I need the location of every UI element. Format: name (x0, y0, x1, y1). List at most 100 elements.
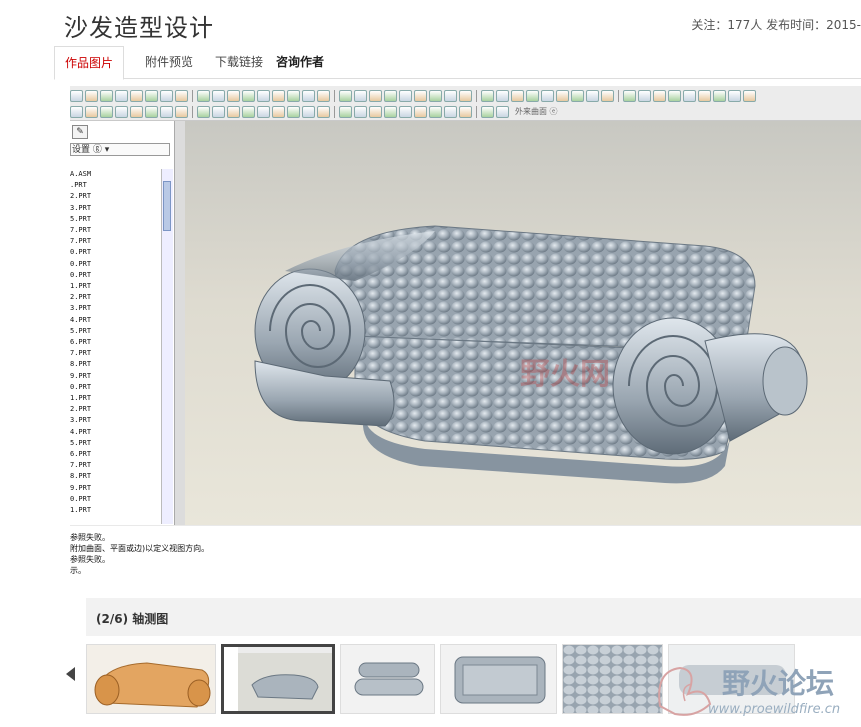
toolbar-tool-icon[interactable] (175, 89, 188, 102)
toolbar-tool-icon[interactable] (145, 89, 158, 102)
toolbar-tool-icon[interactable] (70, 105, 83, 118)
toolbar-tool-icon[interactable] (623, 89, 636, 102)
tree-item[interactable]: 9.PRT (70, 483, 160, 494)
tab-attachment-preview[interactable]: 附件预览 (145, 46, 193, 78)
toolbar-tool-icon[interactable] (728, 89, 741, 102)
tree-scrollbar[interactable] (161, 169, 173, 524)
tree-item[interactable]: 7.PRT (70, 460, 160, 471)
toolbar-tool-icon[interactable] (287, 89, 300, 102)
toolbar-tool-icon[interactable] (526, 89, 539, 102)
toolbar-tool-icon[interactable] (160, 89, 173, 102)
toolbar-tool-icon[interactable] (399, 105, 412, 118)
toolbar-tool-icon[interactable] (481, 105, 494, 118)
toolbar-tool-icon[interactable] (317, 105, 330, 118)
toolbar-tool-icon[interactable] (339, 105, 352, 118)
thumbnail-1[interactable] (86, 644, 216, 714)
tab-download-links[interactable]: 下载链接 (215, 46, 263, 78)
tree-item[interactable]: 5.PRT (70, 214, 160, 225)
toolbar-tool-icon[interactable] (242, 89, 255, 102)
toolbar-tool-icon[interactable] (668, 89, 681, 102)
tree-item[interactable]: 6.PRT (70, 337, 160, 348)
toolbar-tool-icon[interactable] (444, 89, 457, 102)
tree-item[interactable]: 4.PRT (70, 427, 160, 438)
toolbar-tool-icon[interactable] (698, 89, 711, 102)
3d-viewport[interactable]: 野火网 (185, 121, 861, 525)
toolbar-tool-icon[interactable] (70, 89, 83, 102)
toolbar-tool-icon[interactable] (743, 89, 756, 102)
toolbar-tool-icon[interactable] (459, 89, 472, 102)
toolbar-tool-icon[interactable] (339, 89, 352, 102)
toolbar-tool-icon[interactable] (541, 89, 554, 102)
toolbar-tool-icon[interactable] (85, 105, 98, 118)
toolbar-tool-icon[interactable] (571, 89, 584, 102)
thumbnail-3[interactable] (340, 644, 435, 714)
toolbar-tool-icon[interactable] (130, 89, 143, 102)
toolbar-tool-icon[interactable] (145, 105, 158, 118)
tree-item[interactable]: 0.PRT (70, 494, 160, 505)
toolbar-tool-icon[interactable] (212, 89, 225, 102)
tab-consult-author[interactable]: 咨询作者 (276, 46, 324, 78)
toolbar-tool-icon[interactable] (227, 89, 240, 102)
tree-item[interactable]: 0.PRT (70, 247, 160, 258)
toolbar-tool-icon[interactable] (444, 105, 457, 118)
tree-item[interactable]: 4.PRT (70, 315, 160, 326)
main-screenshot[interactable]: 外来曲面 ⓔ ✎ 设置 ⓖ ▾ A.ASM .PRT 2.PRT 3.PRT 5.PRT… (70, 86, 861, 586)
toolbar-tool-icon[interactable] (384, 89, 397, 102)
toolbar-tool-icon[interactable] (257, 89, 270, 102)
tree-item[interactable]: A.ASM (70, 169, 160, 180)
tree-item[interactable]: 1.PRT (70, 281, 160, 292)
tree-item[interactable]: 8.PRT (70, 359, 160, 370)
toolbar-tool-icon[interactable] (302, 105, 315, 118)
toolbar-tool-icon[interactable] (713, 89, 726, 102)
toolbar-tool-icon[interactable] (242, 105, 255, 118)
toolbar-tool-icon[interactable] (481, 89, 494, 102)
tree-item[interactable]: 2.PRT (70, 404, 160, 415)
toolbar-tool-icon[interactable] (130, 105, 143, 118)
toolbar-tool-icon[interactable] (302, 89, 315, 102)
toolbar-tool-icon[interactable] (496, 105, 509, 118)
tree-item[interactable]: 7.PRT (70, 225, 160, 236)
panel-splitter[interactable] (175, 121, 185, 525)
toolbar-tool-icon[interactable] (511, 89, 524, 102)
toolbar-tool-icon[interactable] (212, 105, 225, 118)
tree-item[interactable]: .PRT (70, 180, 160, 191)
toolbar-tool-icon[interactable] (272, 89, 285, 102)
toolbar-tool-icon[interactable] (384, 105, 397, 118)
toolbar-tool-icon[interactable] (496, 89, 509, 102)
toolbar-tool-icon[interactable] (429, 105, 442, 118)
tree-item[interactable]: 3.PRT (70, 203, 160, 214)
toolbar-tool-icon[interactable] (160, 105, 173, 118)
toolbar-tool-icon[interactable] (115, 105, 128, 118)
tree-item[interactable]: 5.PRT (70, 438, 160, 449)
toolbar-tool-icon[interactable] (100, 89, 113, 102)
toolbar-tool-icon[interactable] (287, 105, 300, 118)
tree-item[interactable]: 7.PRT (70, 348, 160, 359)
toolbar-tool-icon[interactable] (429, 89, 442, 102)
tree-item[interactable]: 6.PRT (70, 449, 160, 460)
toolbar-tool-icon[interactable] (399, 89, 412, 102)
toolbar-tool-icon[interactable] (175, 105, 188, 118)
toolbar-tool-icon[interactable] (369, 89, 382, 102)
tree-item[interactable]: 3.PRT (70, 303, 160, 314)
toolbar-tool-icon[interactable] (115, 89, 128, 102)
toolbar-tool-icon[interactable] (197, 89, 210, 102)
scrollbar-thumb[interactable] (163, 181, 171, 231)
thumbnail-4[interactable] (440, 644, 557, 714)
tree-item[interactable]: 0.PRT (70, 270, 160, 281)
toolbar-tool-icon[interactable] (556, 89, 569, 102)
prev-arrow-icon[interactable] (66, 667, 75, 681)
toolbar-tool-icon[interactable] (227, 105, 240, 118)
toolbar-tool-icon[interactable] (197, 105, 210, 118)
toolbar-tool-icon[interactable] (459, 105, 472, 118)
toolbar-tool-icon[interactable] (354, 105, 367, 118)
tree-item[interactable]: 0.PRT (70, 259, 160, 270)
tree-item[interactable]: 7.PRT (70, 236, 160, 247)
toolbar-tool-icon[interactable] (85, 89, 98, 102)
tree-item[interactable]: 9.PRT (70, 371, 160, 382)
toolbar-tool-icon[interactable] (257, 105, 270, 118)
tree-item[interactable]: 8.PRT (70, 471, 160, 482)
toolbar-tool-icon[interactable] (601, 89, 614, 102)
toolbar-tool-icon[interactable] (354, 89, 367, 102)
toolbar-tool-icon[interactable] (100, 105, 113, 118)
panel-toggle-icon[interactable]: ✎ (72, 125, 88, 139)
